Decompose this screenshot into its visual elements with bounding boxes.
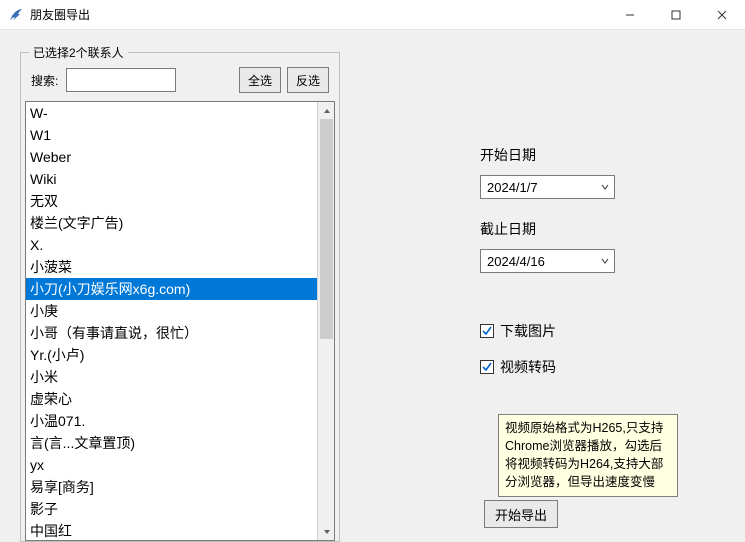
download-images-checkbox[interactable]: 下载图片: [480, 321, 710, 341]
list-item[interactable]: 小米: [26, 366, 317, 388]
groupbox-legend: 已选择2个联系人: [29, 44, 128, 61]
search-label: 搜索:: [31, 72, 58, 89]
window-title: 朋友圈导出: [30, 6, 90, 23]
list-item[interactable]: W-: [26, 102, 317, 124]
list-item[interactable]: X.: [26, 234, 317, 256]
list-item[interactable]: 虚荣心: [26, 388, 317, 410]
scrollbar[interactable]: [317, 102, 334, 540]
invert-selection-button[interactable]: 反选: [287, 67, 329, 93]
maximize-button[interactable]: [653, 0, 699, 30]
chevron-down-icon: [596, 250, 614, 272]
checkbox-icon: [480, 360, 494, 374]
download-images-label: 下载图片: [500, 321, 556, 341]
scroll-down-button[interactable]: [318, 523, 335, 540]
minimize-button[interactable]: [607, 0, 653, 30]
export-button[interactable]: 开始导出: [484, 500, 558, 528]
search-input[interactable]: [66, 68, 176, 92]
scroll-up-button[interactable]: [318, 102, 335, 119]
list-item[interactable]: Wiki: [26, 168, 317, 190]
options-pane: 开始日期 2024/1/7 截止日期 2024/4/16 下载图片 视频: [480, 145, 710, 393]
start-date-label: 开始日期: [480, 145, 710, 165]
list-item[interactable]: Weber: [26, 146, 317, 168]
video-transcode-checkbox[interactable]: 视频转码: [480, 357, 710, 377]
video-transcode-label: 视频转码: [500, 357, 556, 377]
end-date-label: 截止日期: [480, 219, 710, 239]
chevron-down-icon: [596, 176, 614, 198]
list-item[interactable]: 小刀(小刀娱乐网x6g.com): [26, 278, 317, 300]
list-item[interactable]: 小哥（有事请直说，很忙）: [26, 322, 317, 344]
list-item[interactable]: 影子: [26, 498, 317, 520]
video-transcode-tooltip: 视频原始格式为H265,只支持Chrome浏览器播放，勾选后将视频转码为H264…: [498, 414, 678, 497]
select-all-button[interactable]: 全选: [239, 67, 281, 93]
list-item[interactable]: 小温071.: [26, 410, 317, 432]
list-item[interactable]: 易享[商务]: [26, 476, 317, 498]
app-icon: [8, 7, 24, 23]
list-item[interactable]: 楼兰(文字广告): [26, 212, 317, 234]
search-row: 搜索: 全选 反选: [31, 67, 329, 93]
list-item[interactable]: 无双: [26, 190, 317, 212]
list-item[interactable]: Yr.(小卢): [26, 344, 317, 366]
contacts-listbox[interactable]: W-W1WeberWiki无双楼兰(文字广告)X.小菠菜小刀(小刀娱乐网x6g.…: [25, 101, 335, 541]
checkbox-icon: [480, 324, 494, 338]
start-date-dropdown[interactable]: 2024/1/7: [480, 175, 615, 199]
export-button-wrap: 开始导出: [484, 500, 558, 528]
end-date-value: 2024/4/16: [481, 254, 596, 269]
list-item[interactable]: 小菠菜: [26, 256, 317, 278]
scroll-thumb[interactable]: [320, 119, 333, 339]
contacts-groupbox: 已选择2个联系人 搜索: 全选 反选 W-W1WeberWiki无双楼兰(文字广…: [20, 52, 340, 542]
start-date-value: 2024/1/7: [481, 180, 596, 195]
list-item[interactable]: 言(言...文章置顶): [26, 432, 317, 454]
list-item[interactable]: 小庚: [26, 300, 317, 322]
client-area: 已选择2个联系人 搜索: 全选 反选 W-W1WeberWiki无双楼兰(文字广…: [0, 30, 745, 533]
end-date-dropdown[interactable]: 2024/4/16: [480, 249, 615, 273]
list-item[interactable]: yx: [26, 454, 317, 476]
list-item[interactable]: 中国红: [26, 520, 317, 540]
close-button[interactable]: [699, 0, 745, 30]
titlebar: 朋友圈导出: [0, 0, 745, 30]
list-item[interactable]: W1: [26, 124, 317, 146]
